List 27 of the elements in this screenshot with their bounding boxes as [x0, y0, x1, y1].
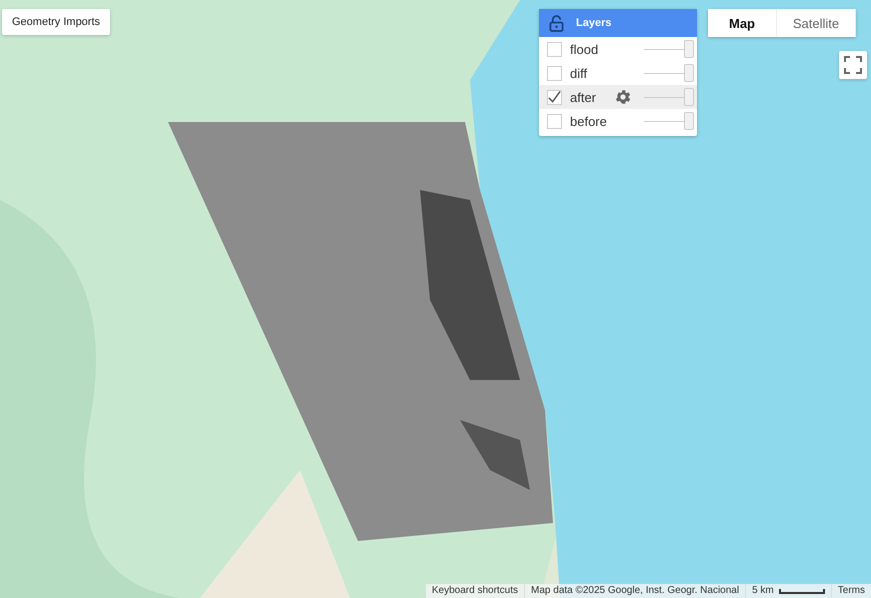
layer-row[interactable]: after: [539, 85, 697, 109]
layer-row[interactable]: diff: [539, 61, 697, 85]
layer-name: before: [570, 114, 608, 128]
layer-row[interactable]: flood: [539, 37, 697, 61]
opacity-slider[interactable]: [644, 88, 694, 106]
slider-thumb[interactable]: [684, 88, 694, 106]
layer-name: after: [570, 90, 598, 104]
slider-thumb[interactable]: [684, 40, 694, 58]
layers-title: Layers: [576, 17, 612, 29]
map-data-text: Map data ©2025 Google, Inst. Geogr. Nacional: [524, 584, 746, 598]
lock-icon[interactable]: [549, 14, 564, 32]
map-type-tab[interactable]: Map: [708, 9, 777, 37]
slider-thumb[interactable]: [684, 112, 694, 130]
layer-name: flood: [570, 42, 600, 56]
keyboard-shortcuts-link[interactable]: Keyboard shortcuts: [424, 584, 524, 598]
fullscreen-button[interactable]: [839, 51, 867, 79]
slider-thumb[interactable]: [684, 64, 694, 82]
layer-row[interactable]: before: [539, 109, 697, 133]
map-drawing[interactable]: [0, 0, 871, 598]
settings-icon[interactable]: [614, 88, 632, 106]
scale-bar-icon: [778, 588, 825, 594]
terms-link[interactable]: Terms: [830, 584, 871, 598]
map-type-tab[interactable]: Satellite: [777, 9, 856, 37]
layer-name: diff: [570, 66, 588, 80]
layer-checkbox[interactable]: [547, 90, 562, 104]
geometry-imports-button[interactable]: Geometry Imports: [2, 9, 110, 35]
scale-label: 5 km: [752, 584, 774, 598]
